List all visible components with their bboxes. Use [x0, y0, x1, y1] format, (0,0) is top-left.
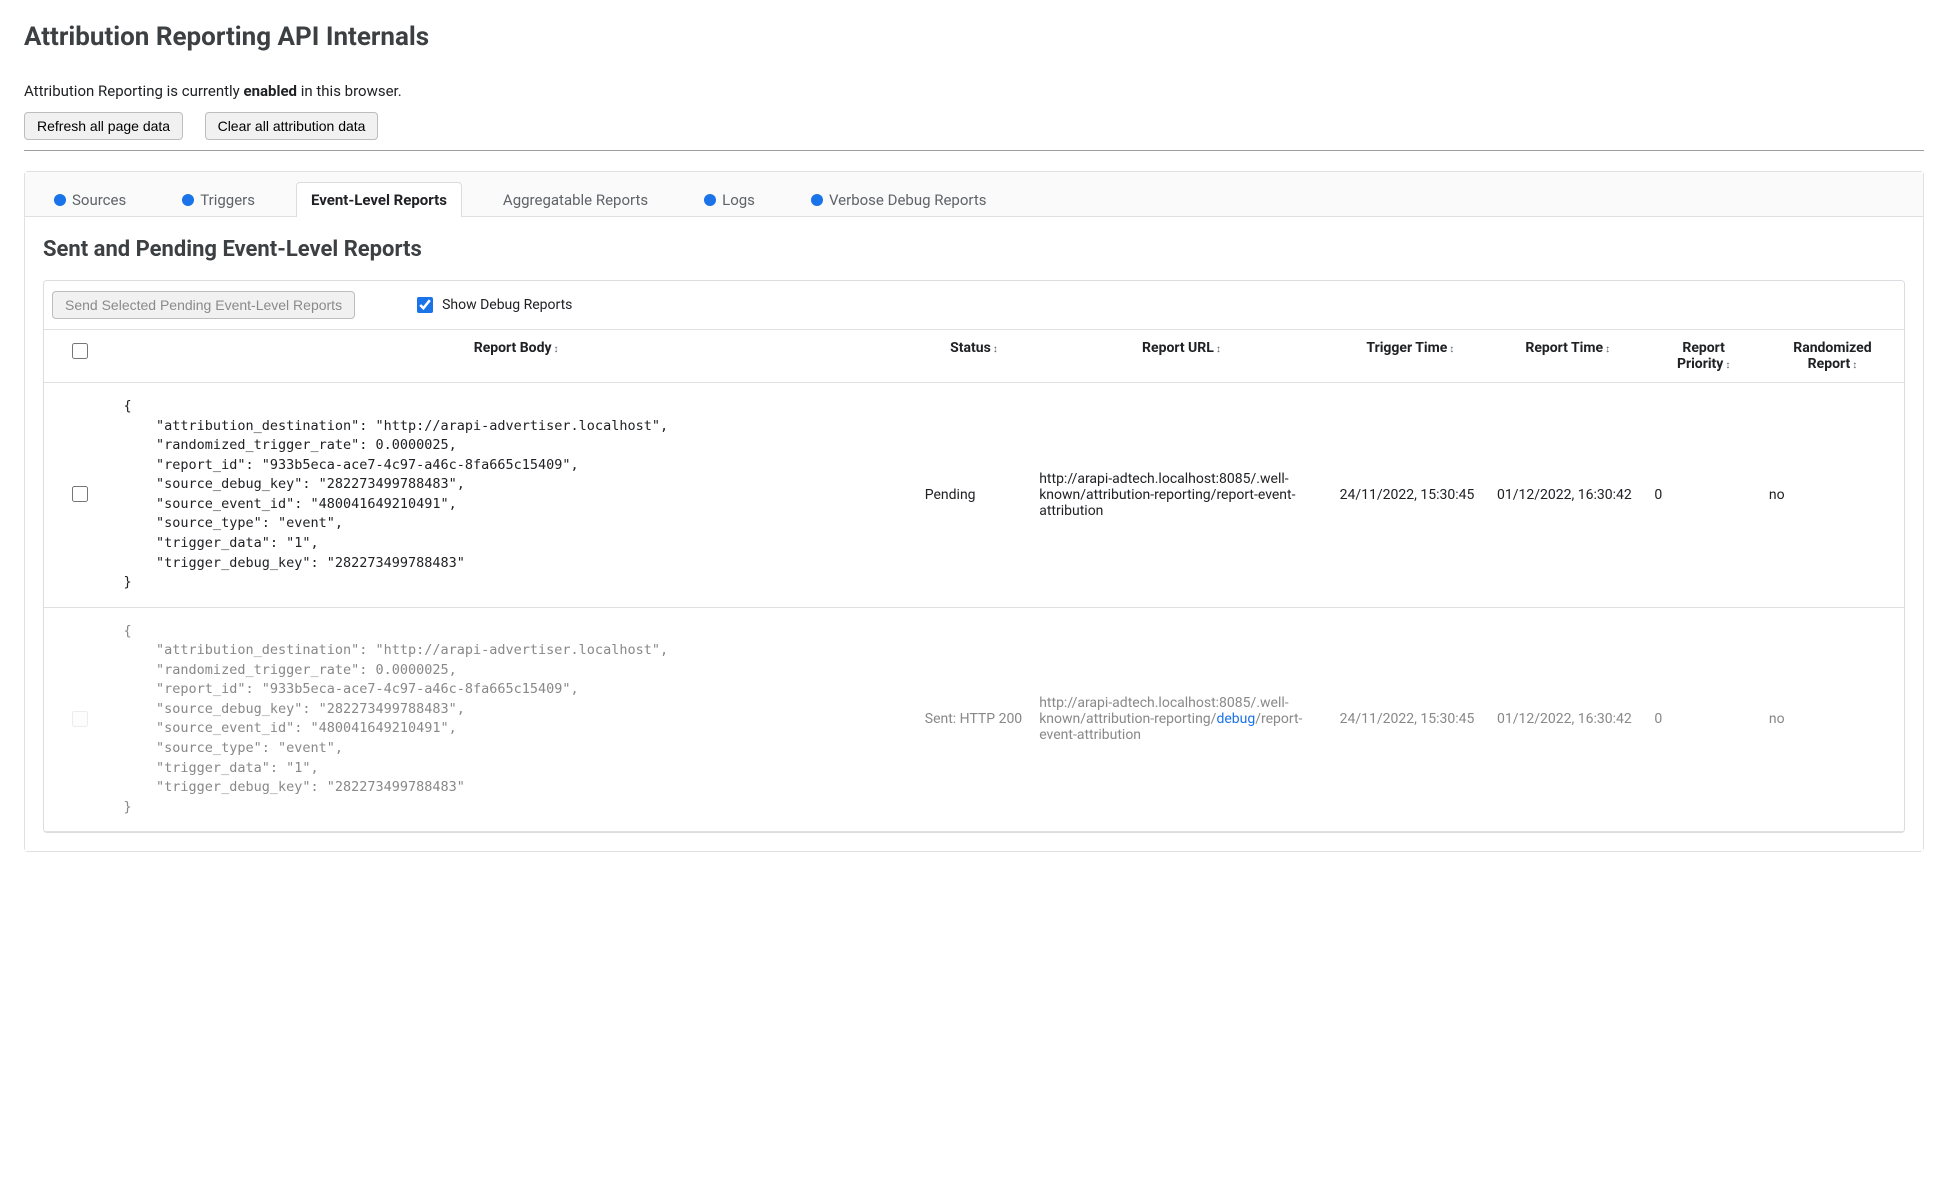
status-line: Attribution Reporting is currently enabl… — [24, 82, 1924, 100]
tabs-container: Sources Triggers Event-Level Reports Aggreg… — [24, 171, 1924, 852]
header-trigger-time[interactable]: Trigger Time — [1332, 330, 1489, 383]
sort-icon — [1214, 340, 1221, 356]
cell-report-time: 01/12/2022, 16:30:42 — [1489, 607, 1646, 832]
cell-randomized: no — [1761, 383, 1904, 608]
status-prefix: Attribution Reporting is currently — [24, 82, 244, 100]
tab-sources[interactable]: Sources — [39, 182, 141, 217]
show-debug-text: Show Debug Reports — [442, 297, 572, 313]
header-report-time-label: Report Time — [1525, 340, 1603, 356]
row-select-cell — [44, 383, 116, 608]
table-body: { "attribution_destination": "http://ara… — [44, 383, 1904, 832]
header-randomized[interactable]: Randomized Report — [1761, 330, 1904, 383]
tab-label: Triggers — [200, 191, 255, 209]
show-debug-checkbox[interactable] — [417, 297, 433, 313]
tab-label: Sources — [72, 191, 126, 209]
header-body-label: Report Body — [474, 340, 552, 356]
page-title: Attribution Reporting API Internals — [24, 22, 1924, 52]
tab-label: Aggregatable Reports — [503, 191, 648, 209]
cell-report-body: { "attribution_destination": "http://ara… — [116, 607, 917, 832]
tab-label: Logs — [722, 191, 755, 209]
sort-icon — [552, 340, 559, 356]
panel-heading: Sent and Pending Event-Level Reports — [43, 237, 1905, 262]
clear-button[interactable]: Clear all attribution data — [205, 112, 379, 140]
tab-aggregatable[interactable]: Aggregatable Reports — [488, 182, 663, 217]
select-all-checkbox[interactable] — [72, 343, 88, 359]
tab-label: Event-Level Reports — [311, 191, 447, 209]
header-url[interactable]: Report URL — [1031, 330, 1331, 383]
header-priority-label: Report Priority — [1677, 340, 1725, 372]
show-debug-label[interactable]: Show Debug Reports — [413, 294, 572, 316]
table-toolbar: Send Selected Pending Event-Level Report… — [44, 281, 1904, 330]
header-status[interactable]: Status — [917, 330, 1031, 383]
sort-icon — [991, 340, 998, 356]
top-button-row: Refresh all page data Clear all attribut… — [24, 112, 1924, 140]
header-trigger-time-label: Trigger Time — [1366, 340, 1447, 356]
tab-triggers[interactable]: Triggers — [167, 182, 270, 217]
tab-logs[interactable]: Logs — [689, 182, 770, 217]
status-suffix: in this browser. — [297, 82, 402, 100]
cell-randomized: no — [1761, 607, 1904, 832]
cell-priority: 0 — [1646, 383, 1760, 608]
header-report-time[interactable]: Report Time — [1489, 330, 1646, 383]
url-segment: http://arapi-adtech.localhost:8085/.well… — [1039, 471, 1295, 519]
header-body[interactable]: Report Body — [116, 330, 917, 383]
cell-report-time: 01/12/2022, 16:30:42 — [1489, 383, 1646, 608]
tab-label: Verbose Debug Reports — [829, 191, 987, 209]
cell-status: Sent: HTTP 200 — [917, 607, 1031, 832]
table-row: { "attribution_destination": "http://ara… — [44, 607, 1904, 832]
cell-status: Pending — [917, 383, 1031, 608]
dot-icon — [704, 194, 716, 206]
row-select-cell — [44, 607, 116, 832]
status-word: enabled — [244, 82, 298, 100]
send-selected-button[interactable]: Send Selected Pending Event-Level Report… — [52, 291, 355, 319]
cell-report-body: { "attribution_destination": "http://ara… — [116, 383, 917, 608]
sort-icon — [1603, 340, 1610, 356]
reports-table: Report Body Status Report URL Trigger Ti… — [44, 330, 1904, 832]
header-priority[interactable]: Report Priority — [1646, 330, 1760, 383]
sort-icon — [1723, 356, 1730, 372]
table-row: { "attribution_destination": "http://ara… — [44, 383, 1904, 608]
cell-priority: 0 — [1646, 607, 1760, 832]
table-wrapper: Send Selected Pending Event-Level Report… — [43, 280, 1905, 833]
tab-bar: Sources Triggers Event-Level Reports Aggreg… — [25, 172, 1923, 217]
tab-verbose[interactable]: Verbose Debug Reports — [796, 182, 1002, 217]
header-select-all — [44, 330, 116, 383]
table-header-row: Report Body Status Report URL Trigger Ti… — [44, 330, 1904, 383]
header-randomized-label: Randomized Report — [1793, 340, 1871, 372]
row-select-checkbox[interactable] — [72, 486, 88, 502]
dot-icon — [54, 194, 66, 206]
report-body-text: { "attribution_destination": "http://ara… — [124, 397, 909, 593]
header-status-label: Status — [950, 340, 991, 356]
divider — [24, 150, 1924, 151]
cell-report-url: http://arapi-adtech.localhost:8085/.well… — [1031, 607, 1331, 832]
event-reports-panel: Sent and Pending Event-Level Reports Sen… — [25, 217, 1923, 851]
cell-report-url: http://arapi-adtech.localhost:8085/.well… — [1031, 383, 1331, 608]
report-body-text: { "attribution_destination": "http://ara… — [124, 622, 909, 818]
header-url-label: Report URL — [1142, 340, 1214, 356]
dot-icon — [811, 194, 823, 206]
cell-trigger-time: 24/11/2022, 15:30:45 — [1332, 383, 1489, 608]
dot-icon — [182, 194, 194, 206]
sort-icon — [1850, 356, 1857, 372]
cell-trigger-time: 24/11/2022, 15:30:45 — [1332, 607, 1489, 832]
url-debug-segment: debug — [1216, 711, 1255, 727]
refresh-button[interactable]: Refresh all page data — [24, 112, 183, 140]
tab-event-reports[interactable]: Event-Level Reports — [296, 182, 462, 217]
sort-icon — [1447, 340, 1454, 356]
row-select-checkbox — [72, 711, 88, 727]
